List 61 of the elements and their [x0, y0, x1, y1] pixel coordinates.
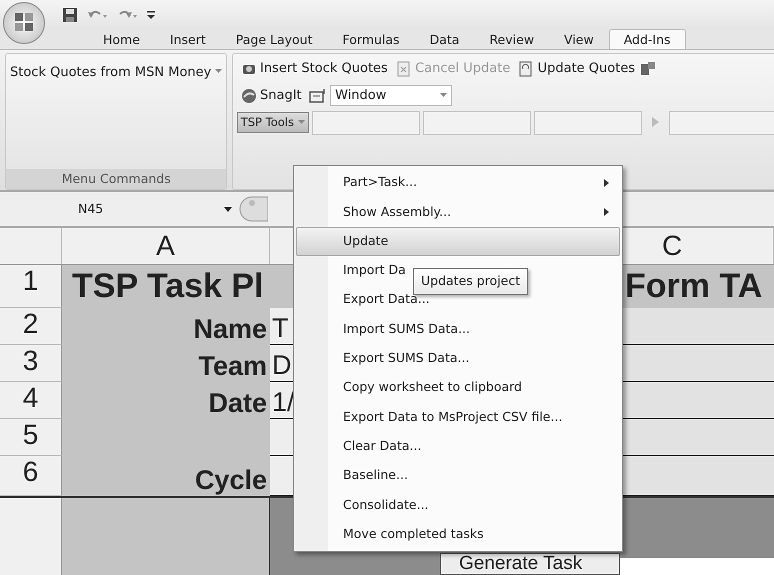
row-header[interactable]: 4: [0, 382, 62, 419]
window-dropdown[interactable]: Window: [330, 85, 452, 106]
menu-item[interactable]: Consolidate...: [296, 490, 620, 520]
empty-field[interactable]: [534, 110, 642, 135]
menu-item[interactable]: Clear Data...: [296, 432, 620, 461]
swirl-icon: [240, 88, 257, 104]
play-icon: [652, 117, 660, 128]
ribbon-tab[interactable]: Home: [88, 29, 155, 49]
row-header[interactable]: 1: [0, 265, 62, 308]
tray-icon: [308, 88, 327, 104]
field-label: Date: [208, 388, 267, 419]
field-label: Cycle: [194, 465, 267, 496]
snagit-button[interactable]: SnagIt: [236, 84, 306, 108]
menu-item[interactable]: Export Data to MsProject CSV file...: [296, 402, 620, 432]
empty-field[interactable]: [668, 110, 774, 135]
customize-icon: [146, 9, 156, 21]
caret-icon: [224, 206, 232, 212]
menu-item[interactable]: Move completed tasks: [296, 520, 620, 549]
menu-item[interactable]: Copy worksheet to clipboard: [296, 373, 620, 402]
menu-item[interactable]: Baseline...: [296, 460, 620, 490]
toolbar-button[interactable]: Insert Stock Quotes: [236, 57, 392, 81]
name-box[interactable]: N45: [78, 200, 238, 218]
field-label: Name: [193, 314, 267, 345]
cell-value: T: [272, 313, 288, 344]
menu-item[interactable]: Part>Task...: [296, 168, 620, 198]
cancel-icon: [396, 61, 412, 77]
caret-icon: [215, 69, 222, 74]
empty-field[interactable]: [423, 110, 532, 135]
row-header[interactable]: 6: [0, 456, 62, 496]
ribbon-tab[interactable]: Insert: [154, 29, 221, 49]
cell-value: 1/: [272, 387, 295, 418]
toolbar-button[interactable]: Update Quotes: [514, 57, 640, 81]
menu-item[interactable]: Show Assembly...: [296, 197, 620, 227]
field-label: Team: [198, 351, 267, 382]
ribbon-tab[interactable]: Formulas: [328, 29, 415, 49]
save-icon: [62, 7, 78, 23]
menu-item[interactable]: Import SUMS Data...: [296, 314, 620, 344]
group-label: Menu Commands: [6, 169, 226, 189]
ribbon-tab[interactable]: Page Layout: [220, 29, 328, 49]
menu-item[interactable]: Export SUMS Data...: [296, 344, 620, 374]
cell-value: D: [272, 350, 292, 381]
ribbon-tab[interactable]: Review: [474, 29, 550, 49]
generate-task-button[interactable]: Generate Task: [440, 553, 620, 575]
ribbon-tab[interactable]: Add-Ins: [608, 29, 686, 49]
row-header[interactable]: 2: [0, 308, 62, 345]
caret-icon: [440, 93, 448, 98]
refresh-icon: [518, 61, 534, 77]
sheet-title: TSP Task Pl: [72, 267, 264, 306]
caret-icon: [298, 120, 305, 126]
row-header[interactable]: 5: [0, 419, 62, 456]
column-header[interactable]: A: [62, 228, 270, 264]
ribbon-tab[interactable]: Data: [414, 29, 474, 49]
stock-quotes-dropdown[interactable]: Stock Quotes from MSN Money: [6, 60, 226, 84]
menu-item[interactable]: Update: [296, 226, 620, 256]
empty-field[interactable]: [312, 110, 420, 135]
tooltip: Updates project: [413, 268, 528, 295]
row-header[interactable]: 3: [0, 345, 62, 382]
tsp-tools-dropdown[interactable]: TSP Tools: [236, 112, 309, 134]
row-header[interactable]: [0, 498, 62, 575]
ribbon-tab[interactable]: View: [549, 29, 609, 49]
sheet-title: Form TA: [625, 267, 762, 306]
